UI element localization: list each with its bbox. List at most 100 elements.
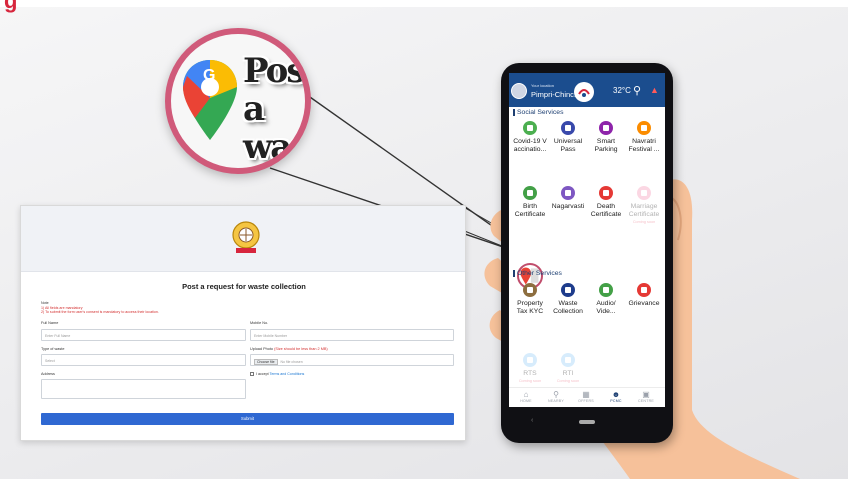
other-service-tile[interactable]: Waste Collection — [549, 283, 587, 316]
google-maps-pin-icon: G — [183, 60, 237, 140]
social-service-tile[interactable]: Death Certificate — [587, 186, 625, 219]
coming-soon-label: Coming soon — [556, 379, 580, 383]
magnifier-bubble: G Post a waste — [165, 28, 311, 174]
service-label-line2: Certificate — [590, 211, 622, 218]
notification-bell-icon[interactable]: ▲ — [650, 85, 659, 95]
phone-screen: Your location Pimpri-Chinc... 32°C ⚲ ▲ S… — [509, 73, 665, 407]
service-icon — [523, 186, 537, 200]
nav-home[interactable]: ⌂ HOME — [511, 390, 541, 403]
service-label-line1: RTI — [562, 370, 574, 377]
person-icon: ☻ — [611, 390, 621, 399]
service-icon — [599, 283, 613, 297]
service-icon — [523, 121, 537, 135]
service-icon — [523, 283, 537, 297]
location-pin-icon: ⚲ — [553, 390, 559, 399]
service-label-line1: Nagarvasti — [551, 203, 585, 210]
service-label-line1: Death — [596, 203, 616, 210]
waste-type-select[interactable]: Select — [41, 354, 246, 366]
nav-centre[interactable]: ▣ CENTRE — [631, 390, 661, 403]
other-service-tile[interactable]: Grievance — [625, 283, 663, 308]
temperature: 32°C — [613, 86, 631, 95]
service-icon — [637, 283, 651, 297]
service-icon — [599, 186, 613, 200]
coming-soon-label: Coming soon — [632, 220, 656, 224]
upload-photo-input[interactable]: Choose file No file chosen — [250, 354, 454, 366]
coming-soon-label: Coming soon — [518, 379, 542, 383]
service-icon — [561, 353, 575, 367]
other-service-tile[interactable]: RTS Coming soon — [511, 353, 549, 383]
other-services-header: Other Services — [513, 270, 562, 277]
system-nav-bar: ‹ — [509, 413, 665, 429]
waste-type-label: Type of waste — [41, 347, 65, 351]
back-icon[interactable]: ‹ — [531, 417, 533, 424]
app-header: Your location Pimpri-Chinc... 32°C ⚲ ▲ — [509, 79, 665, 107]
full-name-label: Full Name — [41, 321, 59, 325]
location-label: Your location — [531, 83, 554, 88]
choose-file-button[interactable]: Choose file — [254, 359, 278, 365]
nav-pcmc[interactable]: ☻ PCMC — [601, 390, 631, 403]
service-label-line1: Property — [517, 300, 543, 307]
grid-icon: ▦ — [582, 390, 590, 399]
service-label-line1: Smart — [596, 138, 616, 145]
terms-link[interactable]: Terms and Conditions — [270, 372, 305, 376]
service-label-line1: Navratri — [632, 138, 656, 145]
pcmc-logo-icon — [574, 82, 594, 102]
pcmc-emblem-icon — [232, 221, 260, 253]
service-label-line1: Grievance — [628, 300, 660, 307]
upload-label: Upload Photo (Size should be less than 2… — [250, 347, 328, 351]
service-icon — [637, 186, 651, 200]
service-icon — [637, 121, 651, 135]
social-services-header: Social Services — [513, 109, 563, 116]
social-service-tile[interactable]: Universal Pass — [549, 121, 587, 154]
social-service-tile[interactable]: Covid-19 Vaccinatio... — [511, 121, 549, 154]
service-label-line2: Tax KYC — [516, 308, 544, 315]
other-service-tile[interactable]: Audio/Vide... — [587, 283, 625, 316]
service-label-line2: Certificate — [514, 211, 546, 218]
service-label-line1: Waste — [558, 300, 578, 307]
search-icon[interactable]: ⚲ — [633, 84, 641, 97]
home-pill[interactable] — [579, 420, 595, 424]
service-label-line2: Certificate — [628, 211, 660, 218]
service-label-line2: accinatio... — [513, 146, 547, 153]
address-textarea[interactable] — [41, 379, 246, 399]
phone-device: Your location Pimpri-Chinc... 32°C ⚲ ▲ S… — [501, 63, 673, 443]
form-title: Post a request for waste collection — [182, 282, 306, 291]
mobile-input[interactable]: Enter Mobile Number — [250, 329, 454, 341]
form-header — [21, 206, 465, 272]
location-value[interactable]: Pimpri-Chinc... — [531, 90, 580, 99]
other-service-tile[interactable]: RTI Coming soon — [549, 353, 587, 383]
service-label-line1: Covid-19 V — [513, 138, 547, 145]
user-avatar[interactable] — [511, 83, 527, 99]
bottom-navigation: ⌂ HOME ⚲ NEARBY ▦ OFFERS ☻ PCMC ▣ CENTRE — [509, 387, 665, 407]
checkbox-box[interactable] — [250, 372, 254, 377]
social-service-tile[interactable]: Navratri Festival ... — [625, 121, 663, 154]
service-label-line2: Parking — [594, 146, 618, 153]
svg-text:G: G — [203, 67, 215, 84]
building-icon: ▣ — [642, 390, 650, 399]
nav-offers[interactable]: ▦ OFFERS — [571, 390, 601, 403]
home-icon: ⌂ — [523, 390, 529, 399]
service-label-line2: Festival ... — [628, 146, 660, 153]
service-icon — [561, 121, 575, 135]
service-label-line2: Pass — [560, 146, 576, 153]
terms-checkbox[interactable]: I accept Terms and Conditions — [250, 372, 305, 377]
service-label-line2: Collection — [553, 308, 583, 315]
submit-button[interactable]: Submit — [41, 413, 454, 425]
nav-nearby[interactable]: ⚲ NEARBY — [541, 390, 571, 403]
service-icon — [523, 353, 537, 367]
mobile-label: Mobile No. — [250, 321, 269, 325]
full-name-input[interactable]: Enter Full Name — [41, 329, 246, 341]
service-label-line1: Audio/ — [596, 300, 616, 307]
address-label: Address — [41, 372, 55, 376]
social-service-tile[interactable]: Birth Certificate — [511, 186, 549, 219]
service-label-line2: Vide... — [596, 308, 616, 315]
social-service-tile[interactable]: Marriage Certificate Coming soon — [625, 186, 663, 224]
service-icon — [599, 121, 613, 135]
service-icon — [561, 186, 575, 200]
other-service-tile[interactable]: Property Tax KYC — [511, 283, 549, 316]
social-service-tile[interactable]: Smart Parking — [587, 121, 625, 154]
service-label-line1: Birth — [523, 203, 537, 210]
service-label-line1: Universal — [553, 138, 583, 145]
service-icon — [561, 283, 575, 297]
social-service-tile[interactable]: Nagarvasti — [549, 186, 587, 211]
